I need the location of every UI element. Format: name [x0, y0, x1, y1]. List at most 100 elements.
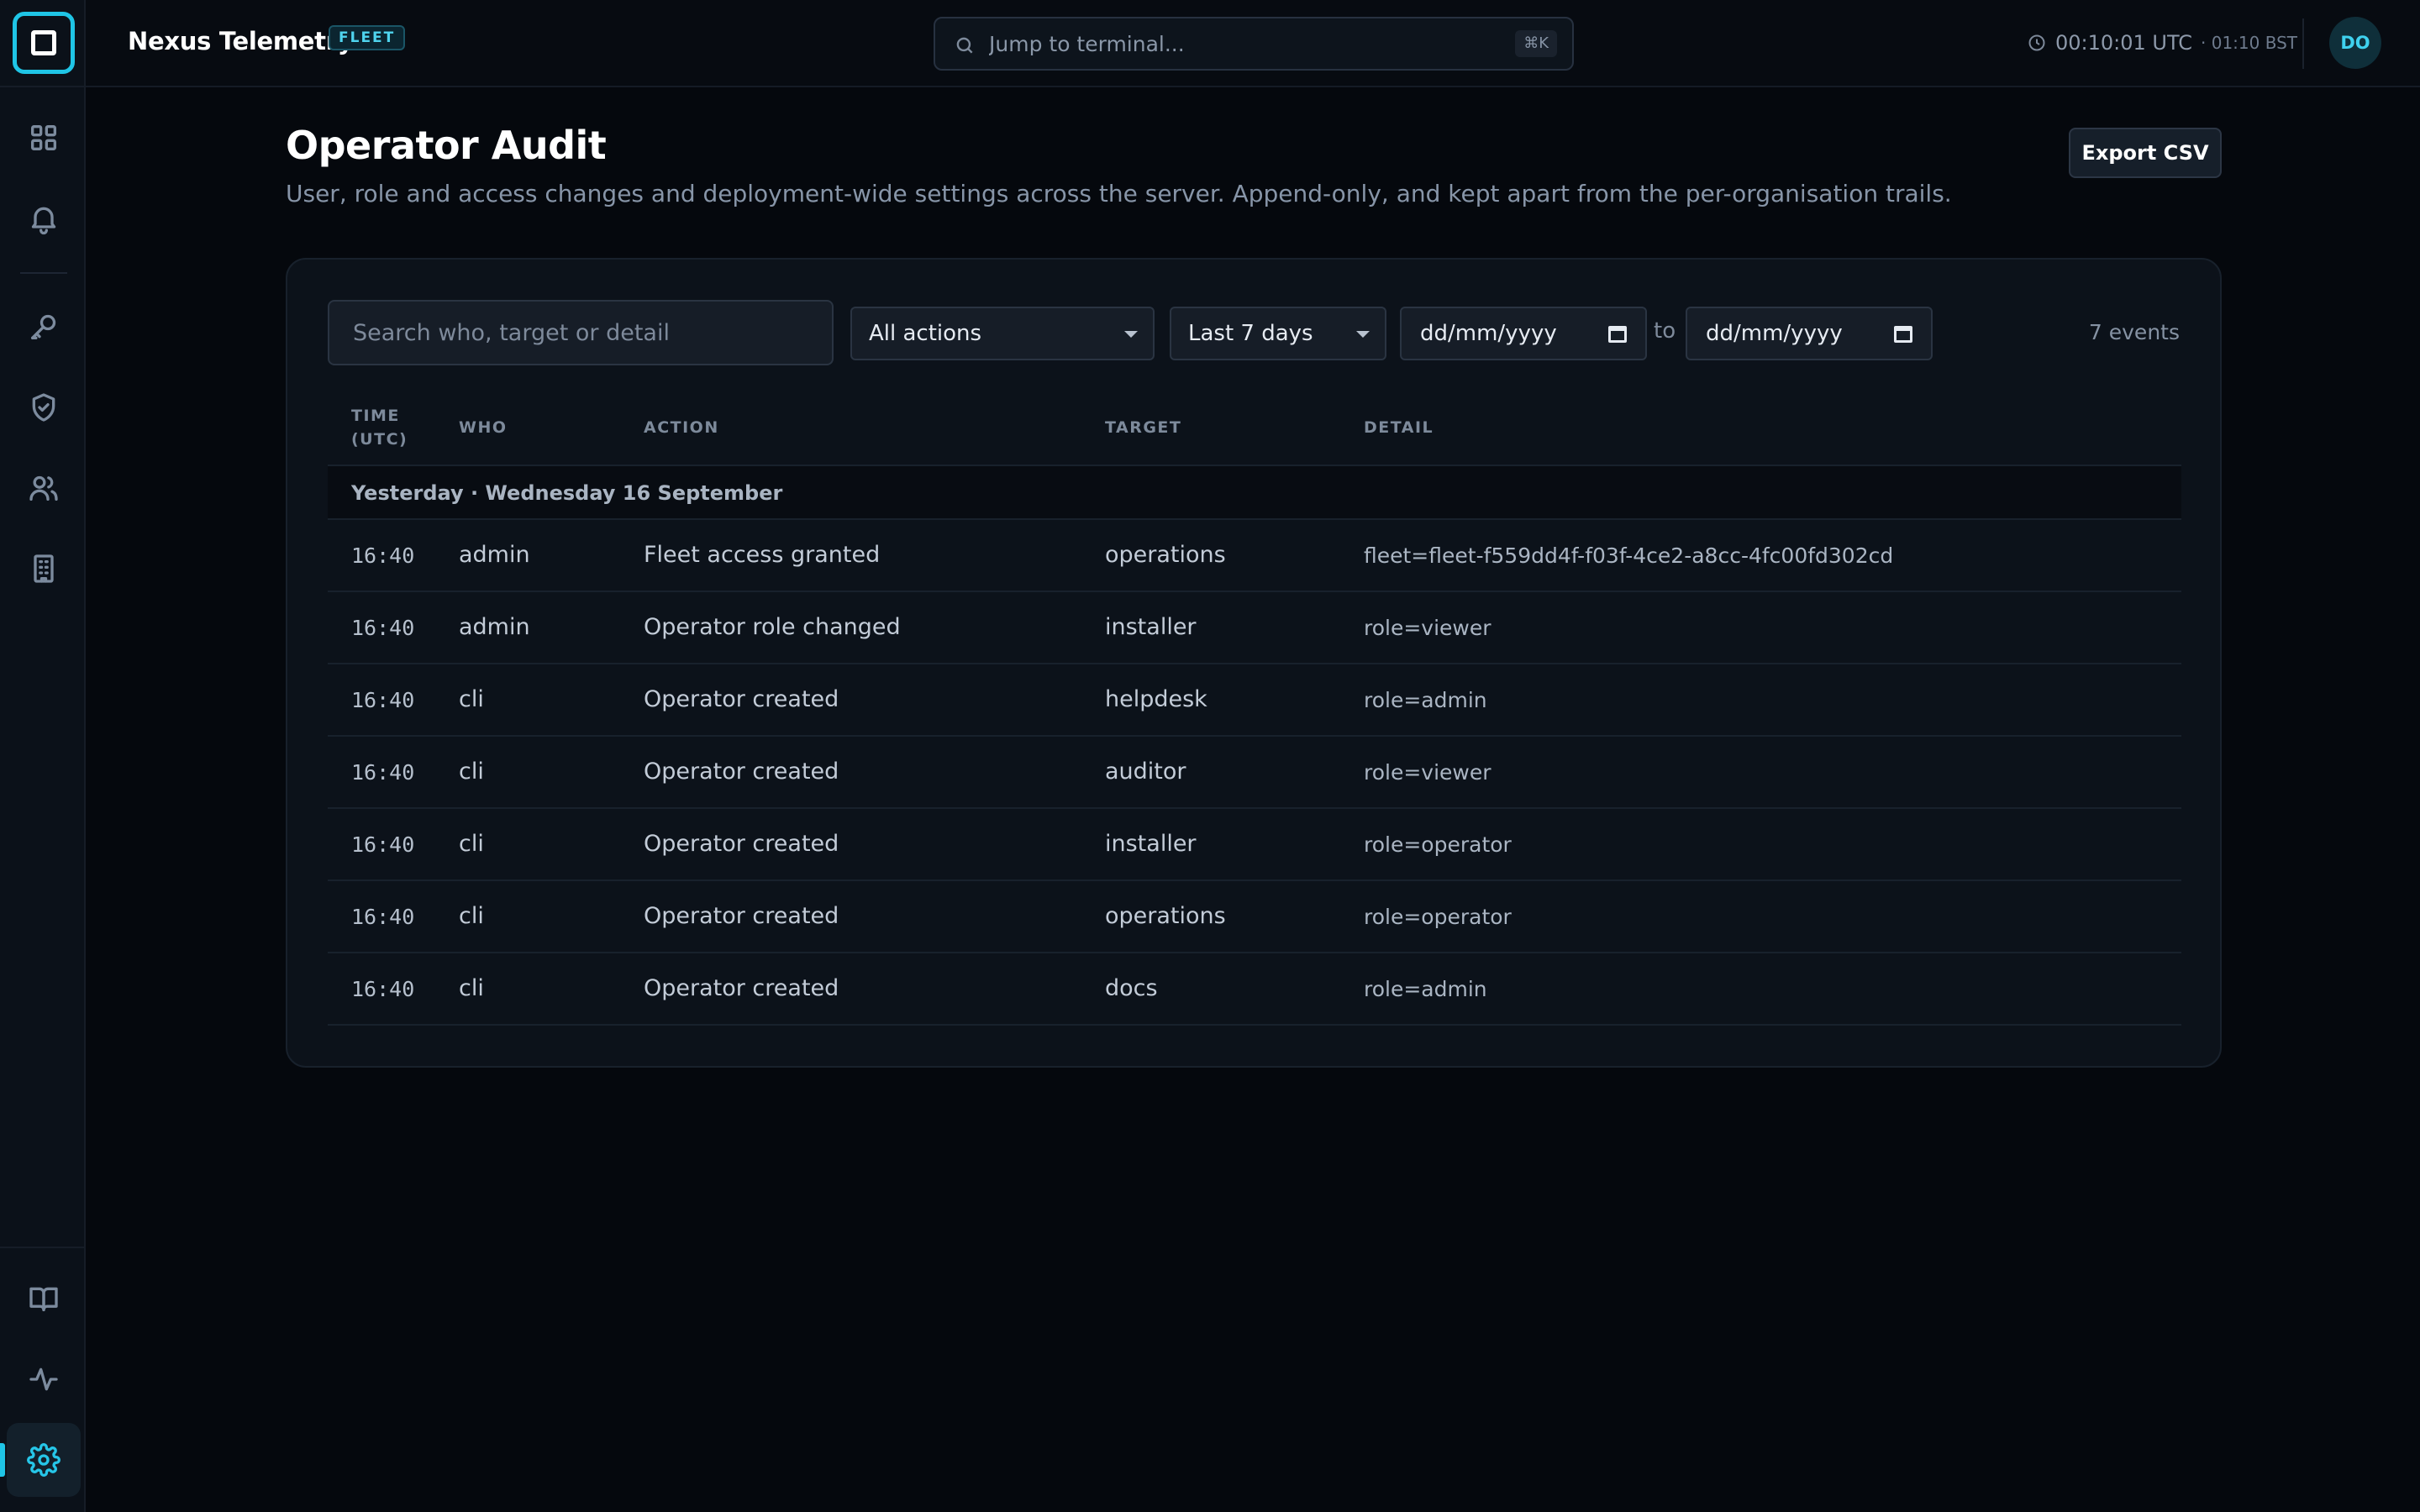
date-range-separator: to	[1654, 318, 1676, 344]
cell-who: cli	[459, 903, 484, 929]
bell-icon	[31, 207, 56, 235]
audit-search-input[interactable]	[328, 300, 834, 365]
page-title: Operator Audit	[286, 123, 607, 168]
cell-detail: role=viewer	[1364, 616, 1491, 640]
column-header-detail: DETAIL	[1364, 418, 1434, 437]
app-logo[interactable]	[13, 12, 75, 74]
user-avatar[interactable]: DO	[2329, 17, 2381, 69]
date-to-placeholder: dd/mm/yyyy	[1706, 321, 1843, 346]
cell-time: 16:40	[351, 905, 415, 929]
cell-who: cli	[459, 975, 484, 1001]
cell-time: 16:40	[351, 543, 415, 568]
export-csv-button[interactable]: Export CSV	[2069, 128, 2222, 178]
chevron-down-icon	[1124, 331, 1138, 338]
pulse-icon	[29, 1368, 58, 1391]
cell-target: installer	[1105, 614, 1197, 640]
terminal-search[interactable]: ⌘K	[934, 17, 1574, 71]
cell-time: 16:40	[351, 688, 415, 712]
sidebar-item-activity[interactable]	[7, 1342, 81, 1416]
cell-who: admin	[459, 614, 530, 640]
top-bar: Nexus Telemetry FLEET ⌘K 00:10:01 UTC · …	[86, 0, 2420, 87]
sidebar-item-settings[interactable]	[7, 1423, 81, 1497]
sidebar	[0, 0, 86, 1512]
sidebar-item-alerts[interactable]	[7, 181, 81, 255]
cell-detail: role=viewer	[1364, 760, 1491, 785]
table-row[interactable]: 16:40 cli Operator created operations ro…	[328, 881, 2181, 953]
cell-action: Operator created	[644, 903, 839, 929]
date-from-placeholder: dd/mm/yyyy	[1420, 321, 1557, 346]
search-shortcut-hint: ⌘K	[1515, 30, 1557, 57]
cell-action: Operator created	[644, 831, 839, 857]
sidebar-item-docs[interactable]	[7, 1262, 81, 1336]
column-header-target: TARGET	[1105, 418, 1182, 437]
table-row[interactable]: 16:40 cli Operator created installer rol…	[328, 809, 2181, 881]
sidebar-item-dashboard[interactable]	[7, 101, 81, 175]
table-row[interactable]: 16:40 admin Fleet access granted operati…	[328, 520, 2181, 592]
table-row[interactable]: 16:40 cli Operator created helpdesk role…	[328, 664, 2181, 737]
column-header-who: WHO	[459, 418, 508, 437]
cell-detail: role=admin	[1364, 977, 1487, 1001]
users-icon	[29, 475, 58, 501]
audit-panel: All actions Last 7 days dd/mm/yyyy to dd…	[286, 258, 2222, 1068]
action-filter-select[interactable]: All actions	[850, 307, 1155, 360]
cell-target: helpdesk	[1105, 686, 1207, 712]
range-filter-value: Last 7 days	[1188, 321, 1313, 346]
search-icon	[956, 37, 973, 54]
cell-who: admin	[459, 542, 530, 568]
cell-who: cli	[459, 759, 484, 785]
cell-who: cli	[459, 686, 484, 712]
cell-target: operations	[1105, 903, 1226, 929]
sidebar-item-organisations[interactable]	[7, 532, 81, 606]
app-title: Nexus Telemetry	[128, 27, 354, 55]
chevron-down-icon	[1356, 331, 1370, 338]
cell-action: Operator created	[644, 686, 839, 712]
column-header-action: ACTION	[644, 418, 719, 437]
server-clock: 00:10:01 UTC · 01:10 BST	[2027, 30, 2297, 55]
cell-action: Operator role changed	[644, 614, 901, 640]
cell-detail: role=operator	[1364, 832, 1512, 857]
terminal-search-input[interactable]	[989, 27, 1493, 60]
action-filter-value: All actions	[869, 321, 982, 346]
cell-target: auditor	[1105, 759, 1186, 785]
key-icon	[31, 314, 56, 339]
sidebar-item-security[interactable]	[7, 370, 81, 444]
cell-target: operations	[1105, 542, 1226, 568]
cell-target: docs	[1105, 975, 1158, 1001]
cell-detail: fleet=fleet-f559dd4f-f03f-4ce2-a8cc-4fc0…	[1364, 543, 1894, 568]
logo-mark	[31, 30, 56, 55]
cell-time: 16:40	[351, 977, 415, 1001]
sidebar-divider	[20, 272, 67, 274]
range-filter-select[interactable]: Last 7 days	[1170, 307, 1386, 360]
sidebar-item-keys[interactable]	[7, 290, 81, 364]
date-to-input[interactable]: dd/mm/yyyy	[1686, 307, 1933, 360]
page-subtitle: User, role and access changes and deploy…	[286, 180, 1952, 207]
column-header-time: TIME (UTC)	[351, 407, 408, 449]
events-count: 7 events	[2088, 320, 2180, 344]
calendar-icon[interactable]	[1608, 323, 1627, 344]
sidebar-footer-divider	[0, 1247, 86, 1248]
cell-action: Fleet access granted	[644, 542, 881, 568]
topbar-divider	[2302, 18, 2304, 69]
calendar-icon[interactable]	[1894, 323, 1912, 344]
active-indicator	[0, 1443, 5, 1477]
fleet-badge: FLEET	[329, 25, 406, 50]
date-from-input[interactable]: dd/mm/yyyy	[1400, 307, 1647, 360]
grid-icon	[31, 125, 56, 150]
cell-time: 16:40	[351, 760, 415, 785]
cell-detail: role=admin	[1364, 688, 1487, 712]
table-row[interactable]: 16:40 cli Operator created docs role=adm…	[328, 953, 2181, 1026]
table-row[interactable]: 16:40 admin Operator role changed instal…	[328, 592, 2181, 664]
cell-time: 16:40	[351, 616, 415, 640]
date-group-label: Yesterday · Wednesday 16 September	[351, 481, 783, 505]
cell-action: Operator created	[644, 975, 839, 1001]
cell-detail: role=operator	[1364, 905, 1512, 929]
sidebar-item-users[interactable]	[7, 451, 81, 525]
table-row[interactable]: 16:40 cli Operator created auditor role=…	[328, 737, 2181, 809]
building-icon	[34, 554, 54, 583]
shield-check-icon	[32, 393, 55, 422]
sidebar-header-divider	[0, 86, 86, 87]
cell-action: Operator created	[644, 759, 839, 785]
date-group-header: Yesterday · Wednesday 16 September	[328, 466, 2181, 518]
book-icon	[29, 1287, 58, 1311]
clock-icon	[2028, 34, 2045, 51]
